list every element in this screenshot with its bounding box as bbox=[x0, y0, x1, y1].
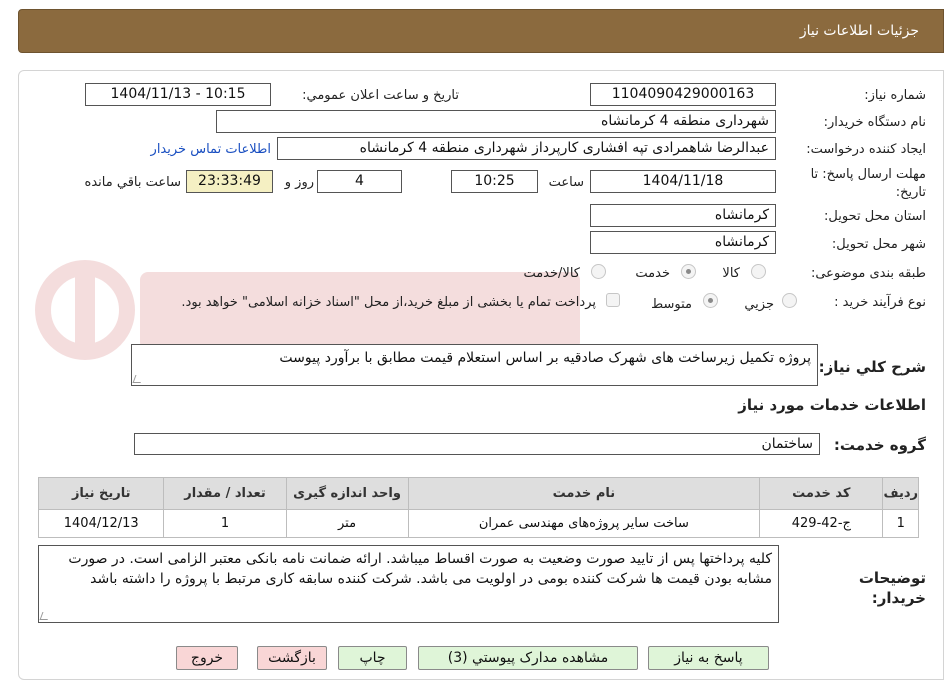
cell-unit: متر bbox=[285, 509, 409, 538]
cell-need-date: 1404/12/13 bbox=[37, 509, 165, 538]
days-label: روز و bbox=[284, 175, 314, 190]
deadline-date-field: 1404/11/18 bbox=[590, 170, 776, 193]
category-radio-goods-service[interactable] bbox=[591, 264, 606, 279]
buyer-notes-textarea: کلیه پرداختها پس از تایید صورت وضعیت به … bbox=[38, 545, 779, 623]
category-radio-goods[interactable] bbox=[751, 264, 766, 279]
summary-textarea: پروژه تکمیل زیرساخت های شهرک صادقیه بر ا… bbox=[131, 344, 818, 386]
cell-service-name: ساخت سایر پروژه‌های مهندسی عمران bbox=[407, 509, 761, 538]
summary-label: شرح کلي نياز: bbox=[818, 358, 926, 376]
process-radio-medium[interactable] bbox=[703, 293, 718, 308]
view-attachments-button[interactable]: مشاهده مدارک پيوستي (3) bbox=[418, 646, 638, 670]
back-button[interactable]: بازگشت bbox=[257, 646, 327, 670]
announce-label: تاریخ و ساعت اعلان عمومي: bbox=[302, 88, 459, 103]
process-radio-minor[interactable] bbox=[782, 293, 797, 308]
creator-label: ايجاد کننده درخواست: bbox=[806, 142, 926, 157]
col-quantity: تعداد / مقدار bbox=[163, 477, 287, 510]
table-header-row: رديف کد خدمت نام خدمت واحد اندازه گيری ت… bbox=[37, 477, 919, 510]
treasury-payment-note: پرداخت تمام یا بخشی از مبلغ خرید،از محل … bbox=[181, 295, 596, 310]
need-number-field: 1104090429000163 bbox=[590, 83, 776, 106]
reply-button[interactable]: پاسخ به نياز bbox=[648, 646, 769, 670]
province-field: کرمانشاه bbox=[590, 204, 776, 227]
header-bar: جزئیات اطلاعات نیاز bbox=[18, 9, 944, 53]
print-button[interactable]: چاپ bbox=[338, 646, 407, 670]
buyer-contact-link[interactable]: اطلاعات تماس خريدار bbox=[151, 142, 271, 157]
process-option-minor: جزيي bbox=[744, 297, 774, 312]
category-option-goods: کالا bbox=[722, 266, 740, 281]
service-group-label: گروه خدمت: bbox=[833, 436, 926, 454]
remaining-label: ساعت باقي مانده bbox=[84, 175, 181, 190]
buyer-org-field: شهرداری منطقه 4 کرمانشاه bbox=[216, 110, 776, 133]
summary-text: پروژه تکمیل زیرساخت های شهرک صادقیه بر ا… bbox=[279, 350, 811, 366]
table-row: 1 ج-42-429 ساخت سایر پروژه‌های مهندسی عم… bbox=[37, 509, 919, 538]
category-option-goods-service: کالا/خدمت bbox=[523, 266, 580, 281]
cell-row-number: 1 bbox=[882, 509, 919, 538]
resize-grip-icon[interactable] bbox=[39, 612, 51, 620]
cell-service-code: ج-42-429 bbox=[759, 509, 884, 538]
category-radio-service[interactable] bbox=[681, 264, 696, 279]
announce-field: 1404/11/13 - 10:15 bbox=[85, 83, 271, 106]
deadline-time-field: 10:25 bbox=[451, 170, 538, 193]
col-service-code: کد خدمت bbox=[759, 477, 884, 510]
buyer-notes-text: کلیه پرداختها پس از تایید صورت وضعیت به … bbox=[68, 551, 772, 587]
services-table: رديف کد خدمت نام خدمت واحد اندازه گيری ت… bbox=[37, 477, 919, 538]
category-label: طبقه بندی موضوعی: bbox=[810, 266, 926, 281]
city-field: کرمانشاه bbox=[590, 231, 776, 254]
buyer-notes-label: توضيحات خريدار: bbox=[858, 569, 926, 607]
resize-grip-icon[interactable] bbox=[132, 375, 144, 383]
category-option-service: خدمت bbox=[635, 266, 670, 281]
cell-quantity: 1 bbox=[163, 509, 287, 538]
process-option-medium: متوسط bbox=[651, 297, 692, 312]
col-need-date: تاريخ نياز bbox=[37, 477, 165, 510]
services-heading: اطلاعات خدمات مورد نياز bbox=[738, 396, 926, 414]
province-label: استان محل تحویل: bbox=[824, 209, 926, 224]
creator-field: عبدالرضا شاهمرادی تپه افشاری کارپرداز شه… bbox=[277, 137, 776, 160]
need-number-label: شماره نیاز: bbox=[864, 88, 926, 103]
service-group-field: ساختمان bbox=[134, 433, 820, 455]
deadline-label: مهلت ارسال پاسخ: تا تاریخ: bbox=[810, 167, 926, 200]
col-service-name: نام خدمت bbox=[407, 477, 761, 510]
treasury-payment-checkbox[interactable] bbox=[606, 293, 620, 307]
process-label: نوع فرآیند خرید : bbox=[834, 295, 926, 310]
city-label: شهر محل تحویل: bbox=[831, 237, 926, 252]
buyer-org-label: نام دستگاه خريدار: bbox=[823, 115, 926, 130]
days-field: 4 bbox=[317, 170, 402, 193]
page-title: جزئیات اطلاعات نیاز bbox=[799, 23, 919, 39]
deadline-time-label: ساعت bbox=[548, 175, 584, 190]
col-unit: واحد اندازه گيری bbox=[285, 477, 409, 510]
col-row-number: رديف bbox=[882, 477, 919, 510]
exit-button[interactable]: خروج bbox=[176, 646, 238, 670]
remaining-time-field: 23:33:49 bbox=[186, 170, 273, 193]
